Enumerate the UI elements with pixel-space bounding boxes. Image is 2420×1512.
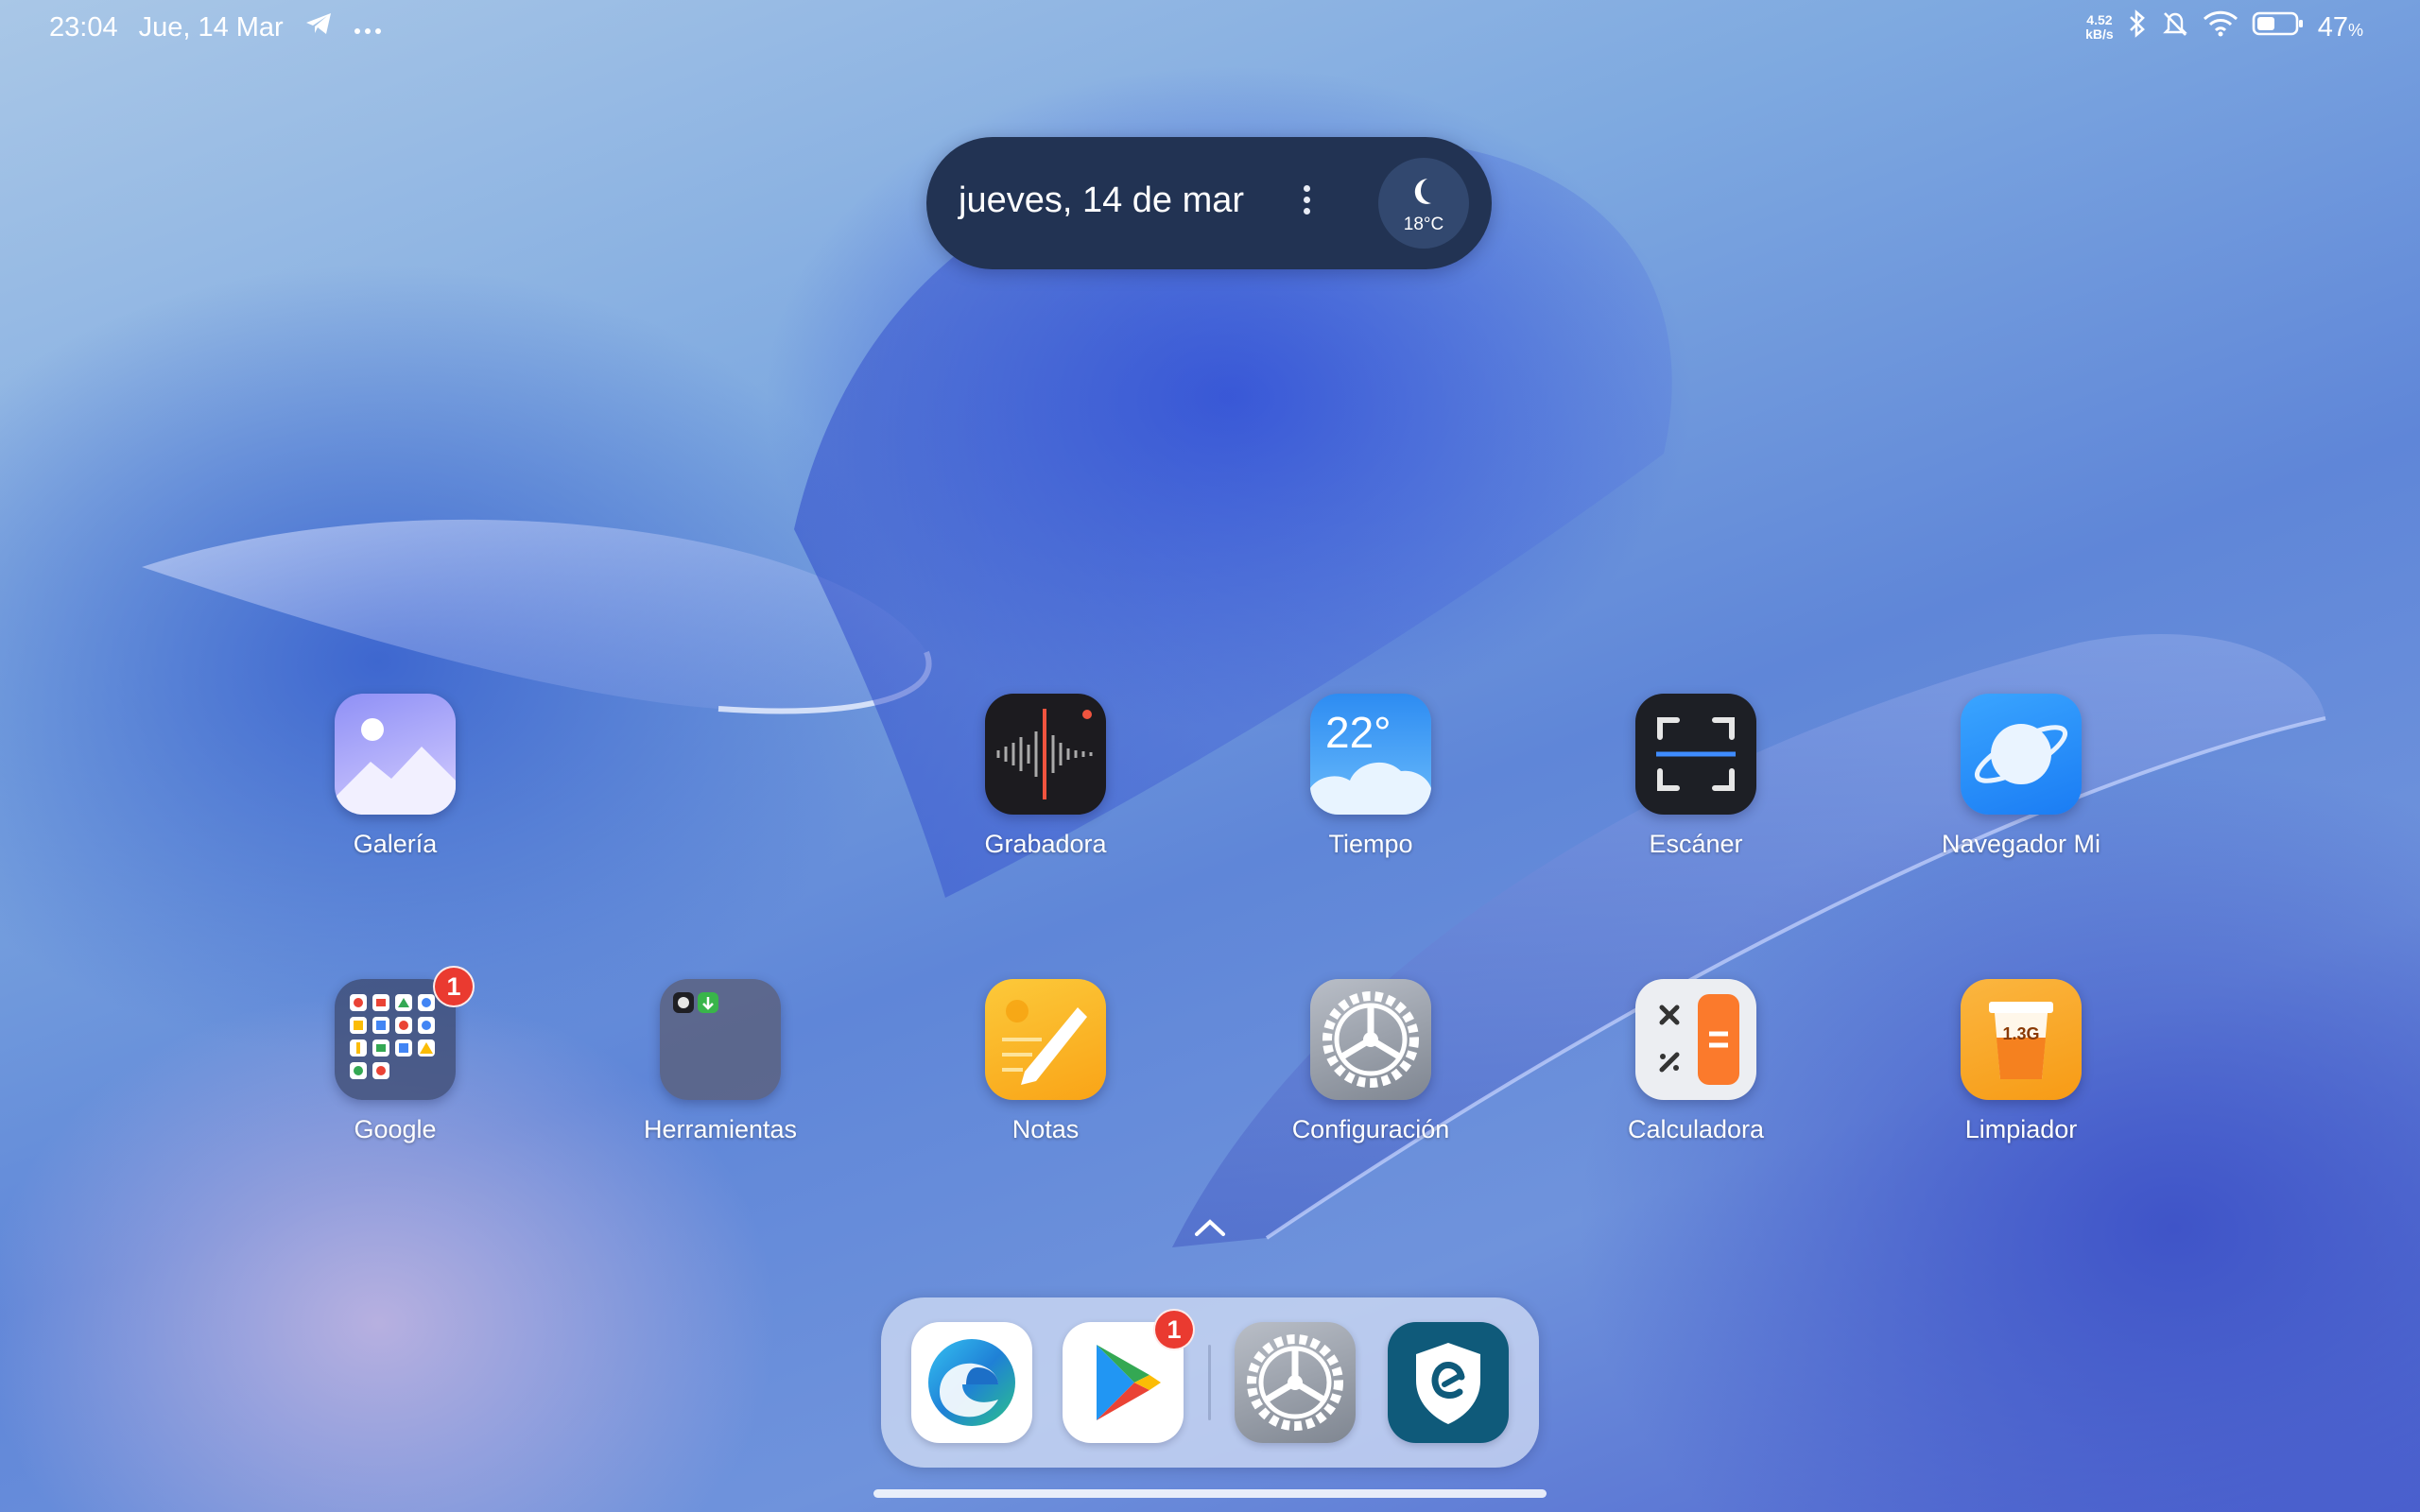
widget-menu-icon[interactable] (1295, 182, 1318, 224)
app-label: Escáner (1649, 830, 1743, 858)
security-shield-icon (1416, 1343, 1480, 1424)
widget-date: jueves, 14 de mar (959, 180, 1245, 220)
home-indicator[interactable] (873, 1489, 1547, 1498)
dock-app-edge[interactable] (911, 1322, 1032, 1443)
status-bar: 23:04 Jue, 14 Mar 4.52 kB/s 47% (0, 0, 2420, 53)
app-label: Calculadora (1627, 1115, 1765, 1143)
app-label: Configuración (1291, 1115, 1450, 1143)
date-weather-widget[interactable]: jueves, 14 de mar 18°C (926, 137, 1492, 269)
telegram-icon (304, 11, 333, 43)
app-notas[interactable]: Notas (923, 979, 1168, 1144)
scanner-icon (1635, 694, 1756, 815)
bluetooth-icon (2127, 9, 2148, 45)
app-tiempo[interactable]: 22° Tiempo (1248, 694, 1494, 859)
widget-weather[interactable]: 18°C (1378, 158, 1469, 249)
chevron-up-icon[interactable] (1193, 1215, 1227, 1240)
battery-percent: 47% (2317, 11, 2363, 43)
settings-gear-icon (1247, 1334, 1343, 1431)
app-configuracion[interactable]: Configuración (1248, 979, 1494, 1144)
app-label: Herramientas (643, 1115, 798, 1143)
dock-app-security[interactable] (1388, 1322, 1509, 1443)
settings-gear-icon (1310, 979, 1431, 1100)
recorder-icon (985, 694, 1106, 815)
dock-app-play-store[interactable]: 1 (1063, 1309, 1195, 1443)
widget-temperature: 18°C (1403, 215, 1444, 234)
gallery-icon (335, 694, 456, 815)
folder-herramientas[interactable]: Herramientas (597, 979, 843, 1144)
app-label: Notas (1011, 1115, 1080, 1143)
status-date: Jue, 14 Mar (138, 11, 284, 43)
weather-icon: 22° (1310, 694, 1431, 815)
bell-muted-icon (2161, 9, 2189, 45)
dock-app-settings[interactable] (1235, 1322, 1356, 1443)
dock: 1 (881, 1297, 1539, 1468)
app-label: Grabadora (984, 830, 1107, 858)
google-folder-icon: 1 (335, 966, 475, 1100)
wifi-icon (2203, 10, 2238, 44)
app-label: Google (354, 1115, 437, 1143)
edge-browser-icon (928, 1339, 1015, 1426)
app-label: Limpiador (1964, 1115, 2078, 1143)
moon-icon (1414, 179, 1431, 204)
app-label: Galería (353, 830, 438, 858)
browser-planet-icon (1961, 694, 2082, 815)
app-calculadora[interactable]: Calculadora (1573, 979, 1819, 1144)
app-grabadora[interactable]: Grabadora (923, 694, 1168, 859)
app-navegador-mi[interactable]: Navegador Mi (1898, 694, 2144, 859)
folder-google[interactable]: 1 Google (272, 966, 518, 1144)
battery-icon (2252, 10, 2305, 44)
app-label: Tiempo (1328, 830, 1413, 858)
calculator-icon (1635, 979, 1756, 1100)
notification-badge: 1 (1153, 1309, 1195, 1350)
more-dots-icon (354, 12, 382, 43)
app-label: Navegador Mi (1941, 830, 2101, 858)
net-speed: 4.52 kB/s (2085, 12, 2114, 42)
app-escaner[interactable]: Escáner (1573, 694, 1819, 859)
tools-folder-icon (660, 979, 781, 1100)
status-time: 23:04 (49, 11, 118, 43)
notification-badge: 1 (433, 966, 475, 1007)
app-limpiador[interactable]: 1.3G Limpiador (1898, 979, 2144, 1144)
dock-separator (1208, 1345, 1211, 1420)
app-galeria[interactable]: Galería (272, 694, 518, 859)
notes-icon (985, 979, 1106, 1100)
cleaner-icon: 1.3G (1961, 979, 2082, 1100)
